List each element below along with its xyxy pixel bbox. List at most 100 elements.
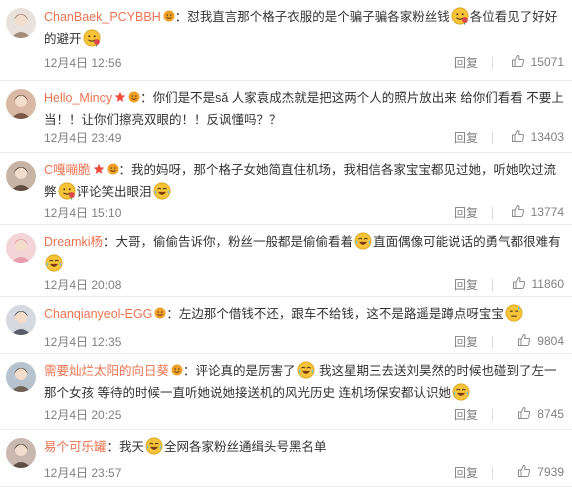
comment-text: ：怼我直言那个格子衣服的是个骗子骗各家粉丝钱	[174, 10, 450, 24]
reply-button[interactable]: 回复	[454, 333, 478, 350]
reply-button[interactable]: 回复	[454, 54, 478, 71]
comment-meta: 12月4日 20:08 回复 11860	[44, 276, 564, 294]
comment-item: Chanqianyeol-EGG ：左边那个借钱不还，跟车不给钱，这不是路遥是蹲点…	[0, 297, 572, 354]
user-badge-icon	[107, 160, 119, 175]
like-count: 9804	[537, 334, 564, 348]
star-badge-icon	[93, 160, 105, 174]
comment-list: ChanBaek_PCYBBH ：怼我直言那个格子衣服的是个骗子骗各家粉丝钱 各位看…	[0, 0, 572, 487]
comment-date: 12月4日 23:57	[44, 466, 122, 480]
reply-button[interactable]: 回复	[454, 406, 478, 423]
comment-text: ：左边那个借钱不还，跟车不给钱，这不是路遥是蹲点呀宝宝	[166, 307, 504, 321]
comment-text: ：我天	[106, 440, 145, 454]
laugh-cry-emoji-icon	[452, 383, 470, 401]
user-badge-icon	[154, 304, 166, 319]
divider	[492, 57, 493, 69]
comment-item: Hello_Mincy ：你们是不是sǎ 人家袁成杰就是把这两个人的照片放出来 给…	[0, 81, 572, 153]
laugh-cry-emoji-icon	[45, 254, 63, 272]
comment-meta: 12月4日 23:49 回复 13403	[44, 129, 564, 147]
comment-item: 易个可乐罐：我天 全网各家粉丝通缉头号黑名单 12月4日 23:57 回复 7939	[0, 430, 572, 487]
like-count: 7939	[537, 465, 564, 479]
comment-body: Chanqianyeol-EGG ：左边那个借钱不还，跟车不给钱，这不是路遥是蹲点…	[44, 303, 564, 325]
reply-button[interactable]: 回复	[454, 204, 478, 221]
laugh-cry-emoji-icon	[153, 182, 171, 200]
like-count: 13403	[530, 130, 564, 144]
avatar[interactable]	[6, 161, 36, 191]
comment-body: ChanBaek_PCYBBH ：怼我直言那个格子衣服的是个骗子骗各家粉丝钱 各位看…	[44, 6, 564, 50]
comment-date: 12月4日 15:10	[44, 206, 122, 220]
like-button[interactable]: 13774	[511, 204, 564, 219]
divider	[492, 207, 493, 219]
like-count: 11860	[531, 277, 564, 291]
comment-date: 12月4日 12:35	[44, 335, 122, 349]
comment-date: 12月4日 23:49	[44, 131, 122, 145]
username-link[interactable]: C嘎嘣脆	[44, 163, 91, 177]
avatar[interactable]	[6, 233, 36, 263]
rose-emoji-icon	[58, 182, 76, 200]
like-button[interactable]: 15071	[511, 54, 564, 69]
like-count: 15071	[530, 55, 564, 69]
like-button[interactable]: 11860	[512, 276, 564, 291]
reply-button[interactable]: 回复	[454, 276, 478, 293]
comment-text: ：评论真的是厉害了	[183, 364, 296, 378]
comment-meta: 12月4日 20:25 回复 8745	[44, 406, 564, 424]
divider	[492, 132, 493, 144]
user-badge-icon	[163, 7, 175, 22]
reply-button[interactable]: 回复	[454, 129, 478, 146]
user-badge-icon	[128, 88, 140, 103]
like-button[interactable]: 7939	[517, 464, 564, 479]
rose-emoji-icon	[451, 7, 469, 25]
divider	[492, 279, 493, 291]
avatar[interactable]	[6, 8, 36, 38]
like-count: 8745	[537, 407, 564, 421]
comment-meta: 12月4日 12:35 回复 9804	[44, 333, 564, 351]
comment-item: C嘎嘣脆 ：我的妈呀，那个格子女她简直住机场，我相信各家宝宝都见过她，听她吹过流弊…	[0, 153, 572, 225]
rose-emoji-icon	[83, 29, 101, 47]
comment-text: 直面偶像可能说话的勇气都很难有	[373, 235, 561, 249]
divider	[492, 336, 493, 348]
comment-body: 易个可乐罐：我天 全网各家粉丝通缉头号黑名单	[44, 436, 564, 458]
like-button[interactable]: 9804	[517, 333, 564, 348]
username-link[interactable]: ChanBaek_PCYBBH	[44, 10, 161, 24]
comment-date: 12月4日 20:25	[44, 408, 122, 422]
thumbs-up-icon	[517, 406, 531, 420]
comment-date: 12月4日 12:56	[44, 56, 122, 70]
comment-item: ChanBaek_PCYBBH ：怼我直言那个格子衣服的是个骗子骗各家粉丝钱 各位看…	[0, 0, 572, 81]
like-count: 13774	[530, 205, 564, 219]
thumbs-up-icon	[511, 204, 525, 218]
laugh-cry-emoji-icon	[145, 437, 163, 455]
avatar[interactable]	[6, 305, 36, 335]
divider	[492, 467, 493, 479]
comment-text: 评论笑出眼泪	[76, 185, 152, 199]
comment-text: ：大哥，偷偷告诉你，粉丝一般都是偷偷看着	[103, 235, 354, 249]
avatar[interactable]	[6, 438, 36, 468]
avatar[interactable]	[6, 362, 36, 392]
user-badge-icon	[171, 361, 183, 376]
username-link[interactable]: 易个可乐罐	[44, 440, 107, 454]
comment-body: C嘎嘣脆 ：我的妈呀，那个格子女她简直住机场，我相信各家宝宝都见过她，听她吹过流弊…	[44, 159, 564, 203]
like-button[interactable]: 8745	[517, 406, 564, 421]
sweat-emoji-icon	[505, 304, 523, 322]
reply-button[interactable]: 回复	[454, 464, 478, 481]
comment-item: Dreamki杨：大哥，偷偷告诉你，粉丝一般都是偷偷看着 直面偶像可能说话的勇气都…	[0, 225, 572, 297]
comment-item: 需要灿烂太阳的向日葵 ：评论真的是厉害了 我这星期三去送刘昊然的时候也碰到了左一那…	[0, 354, 572, 430]
comment-meta: 12月4日 12:56 回复 15071	[44, 54, 564, 72]
comment-meta: 12月4日 23:57 回复 7939	[44, 464, 564, 482]
avatar[interactable]	[6, 89, 36, 119]
laugh-cry-emoji-icon	[354, 232, 372, 250]
thumbs-up-icon	[511, 54, 525, 68]
star-badge-icon	[114, 88, 126, 102]
divider	[492, 409, 493, 421]
username-link[interactable]: 需要灿烂太阳的向日葵	[44, 364, 169, 378]
username-link[interactable]: Chanqianyeol-EGG	[44, 307, 152, 321]
thumbs-up-icon	[512, 276, 526, 290]
comment-body: Dreamki杨：大哥，偷偷告诉你，粉丝一般都是偷偷看着 直面偶像可能说话的勇气都…	[44, 231, 564, 275]
like-button[interactable]: 13403	[511, 129, 564, 144]
comment-body: 需要灿烂太阳的向日葵 ：评论真的是厉害了 我这星期三去送刘昊然的时候也碰到了左一那…	[44, 360, 564, 404]
username-link[interactable]: Dreamki杨	[44, 235, 103, 249]
comment-date: 12月4日 20:08	[44, 278, 122, 292]
thumbs-up-icon	[511, 129, 525, 143]
thumbs-up-icon	[517, 333, 531, 347]
comment-meta: 12月4日 15:10 回复 13774	[44, 204, 564, 222]
username-link[interactable]: Hello_Mincy	[44, 91, 112, 105]
comment-body: Hello_Mincy ：你们是不是sǎ 人家袁成杰就是把这两个人的照片放出来 给…	[44, 87, 564, 131]
